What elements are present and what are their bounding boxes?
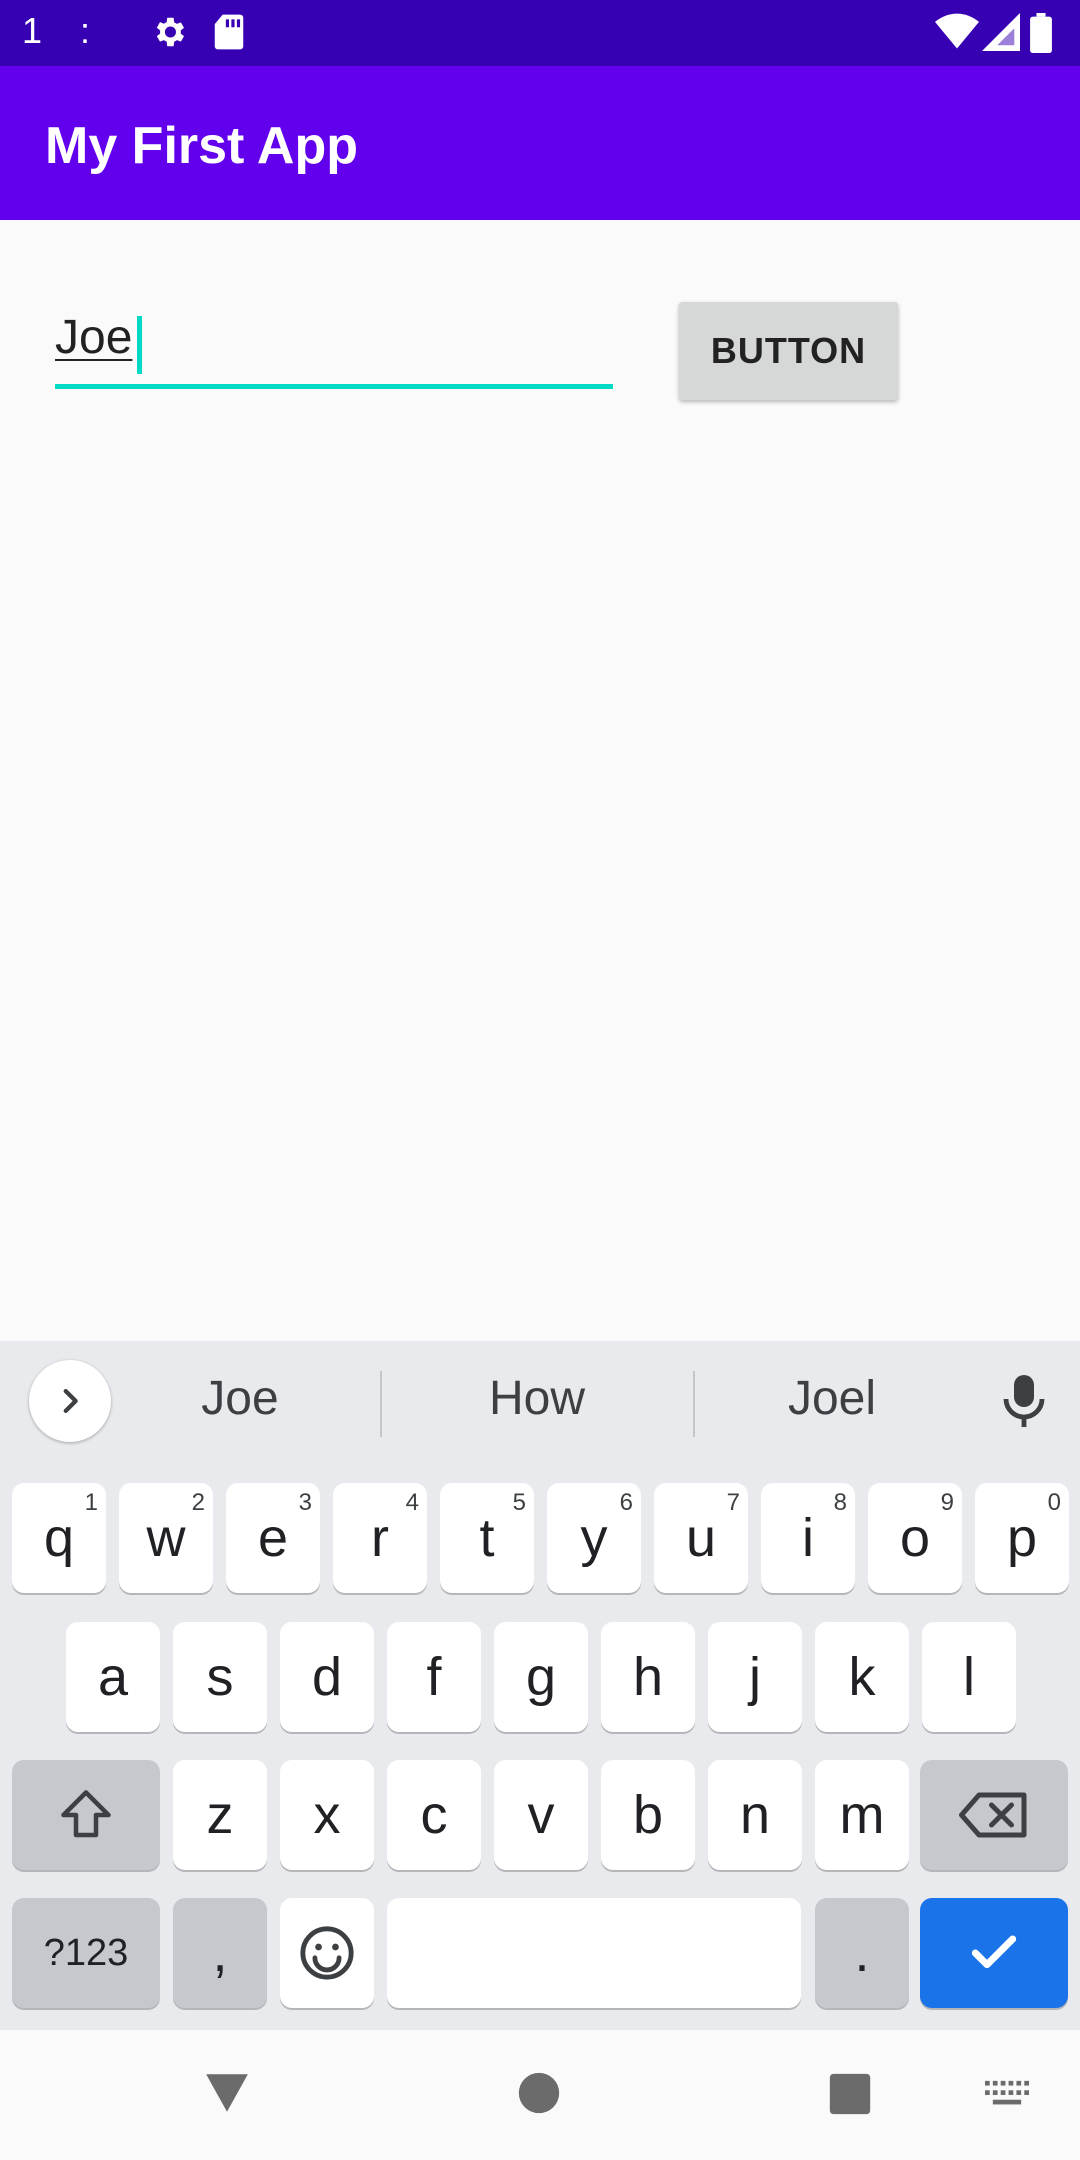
key-hint: 7: [726, 1489, 740, 1516]
key-f[interactable]: f: [387, 1622, 481, 1732]
recents-icon[interactable]: [828, 2072, 872, 2116]
app-title: My First App: [45, 117, 358, 175]
key-hint: 5: [512, 1489, 526, 1516]
suggestion-divider: [693, 1371, 695, 1437]
key-hint: 0: [1047, 1489, 1061, 1516]
suggestion-divider: [380, 1371, 382, 1437]
enter-key[interactable]: [920, 1898, 1068, 2008]
status-bar: 1 :: [0, 0, 1080, 66]
key-v[interactable]: v: [494, 1760, 588, 1870]
key-hint: 2: [191, 1489, 205, 1516]
back-icon[interactable]: [202, 2070, 252, 2116]
key-label: o: [899, 1508, 931, 1568]
wifi-icon: [935, 13, 979, 55]
key-hint: 9: [940, 1489, 954, 1516]
settings-icon: [150, 13, 188, 55]
signal-icon: [982, 13, 1020, 55]
emoji-key[interactable]: [280, 1898, 374, 2008]
key-c[interactable]: c: [387, 1760, 481, 1870]
navigation-bar: [0, 2030, 1080, 2160]
chevron-right-icon: [63, 1388, 78, 1414]
key-o[interactable]: o9: [868, 1483, 962, 1593]
key-w[interactable]: w2: [119, 1483, 213, 1593]
input-underline: [55, 384, 613, 389]
name-input-text[interactable]: Joe: [55, 310, 132, 365]
period-key[interactable]: .: [815, 1898, 909, 2008]
key-hint: 8: [833, 1489, 847, 1516]
key-t[interactable]: t5: [440, 1483, 534, 1593]
mic-icon[interactable]: [1000, 1373, 1048, 1433]
key-u[interactable]: u7: [654, 1483, 748, 1593]
status-time: 1 :: [22, 10, 105, 51]
sd-card-icon: [212, 13, 246, 55]
key-p[interactable]: p0: [975, 1483, 1069, 1593]
key-j[interactable]: j: [708, 1622, 802, 1732]
key-label: t: [479, 1508, 495, 1568]
battery-icon: [1030, 13, 1052, 57]
shift-key[interactable]: [12, 1760, 160, 1870]
key-k[interactable]: k: [815, 1622, 909, 1732]
key-hint: 3: [298, 1489, 312, 1516]
key-hint: 4: [405, 1489, 419, 1516]
suggestion-item[interactable]: Joe: [140, 1371, 340, 1426]
key-label: i: [802, 1508, 814, 1568]
key-q[interactable]: q1: [12, 1483, 106, 1593]
backspace-icon: [959, 1792, 1027, 1838]
symbols-key[interactable]: ?123: [12, 1898, 160, 2008]
key-g[interactable]: g: [494, 1622, 588, 1732]
space-key[interactable]: [387, 1898, 801, 2008]
key-h[interactable]: h: [601, 1622, 695, 1732]
comma-key[interactable]: ,: [173, 1898, 267, 2008]
key-e[interactable]: e3: [226, 1483, 320, 1593]
shift-icon: [61, 1790, 111, 1838]
key-hint: 6: [619, 1489, 633, 1516]
key-label: r: [371, 1508, 389, 1568]
backspace-key[interactable]: [920, 1760, 1068, 1870]
key-d[interactable]: d: [280, 1622, 374, 1732]
key-label: y: [580, 1508, 608, 1568]
name-input[interactable]: Joe: [55, 310, 613, 390]
action-button[interactable]: BUTTON: [679, 302, 898, 400]
key-n[interactable]: n: [708, 1760, 802, 1870]
key-label: p: [1006, 1508, 1038, 1568]
key-label: q: [43, 1508, 75, 1568]
key-m[interactable]: m: [815, 1760, 909, 1870]
key-r[interactable]: r4: [333, 1483, 427, 1593]
key-l[interactable]: l: [922, 1622, 1016, 1732]
suggestion-item[interactable]: Joel: [732, 1371, 932, 1426]
emoji-icon: [300, 1926, 354, 1980]
suggestion-item[interactable]: How: [437, 1371, 637, 1426]
key-i[interactable]: i8: [761, 1483, 855, 1593]
key-label: w: [146, 1508, 186, 1568]
text-cursor: [137, 316, 142, 374]
soft-keyboard: Joe How Joel q1 w2 e3 r4 t5 y6 u7 i8 o9 …: [0, 1341, 1080, 2030]
key-z[interactable]: z: [173, 1760, 267, 1870]
key-hint: 1: [84, 1489, 98, 1516]
checkmark-icon: [971, 1935, 1017, 1969]
key-b[interactable]: b: [601, 1760, 695, 1870]
key-a[interactable]: a: [66, 1622, 160, 1732]
home-icon[interactable]: [517, 2071, 561, 2115]
key-s[interactable]: s: [173, 1622, 267, 1732]
key-x[interactable]: x: [280, 1760, 374, 1870]
key-y[interactable]: y6: [547, 1483, 641, 1593]
keyboard-switch-icon[interactable]: [985, 2080, 1029, 2110]
expand-suggestions-button[interactable]: [29, 1360, 111, 1442]
key-label: u: [685, 1508, 717, 1568]
app-bar: My First App: [0, 66, 1080, 220]
suggestion-strip: Joe How Joel: [0, 1341, 1080, 1466]
key-label: e: [257, 1508, 289, 1568]
